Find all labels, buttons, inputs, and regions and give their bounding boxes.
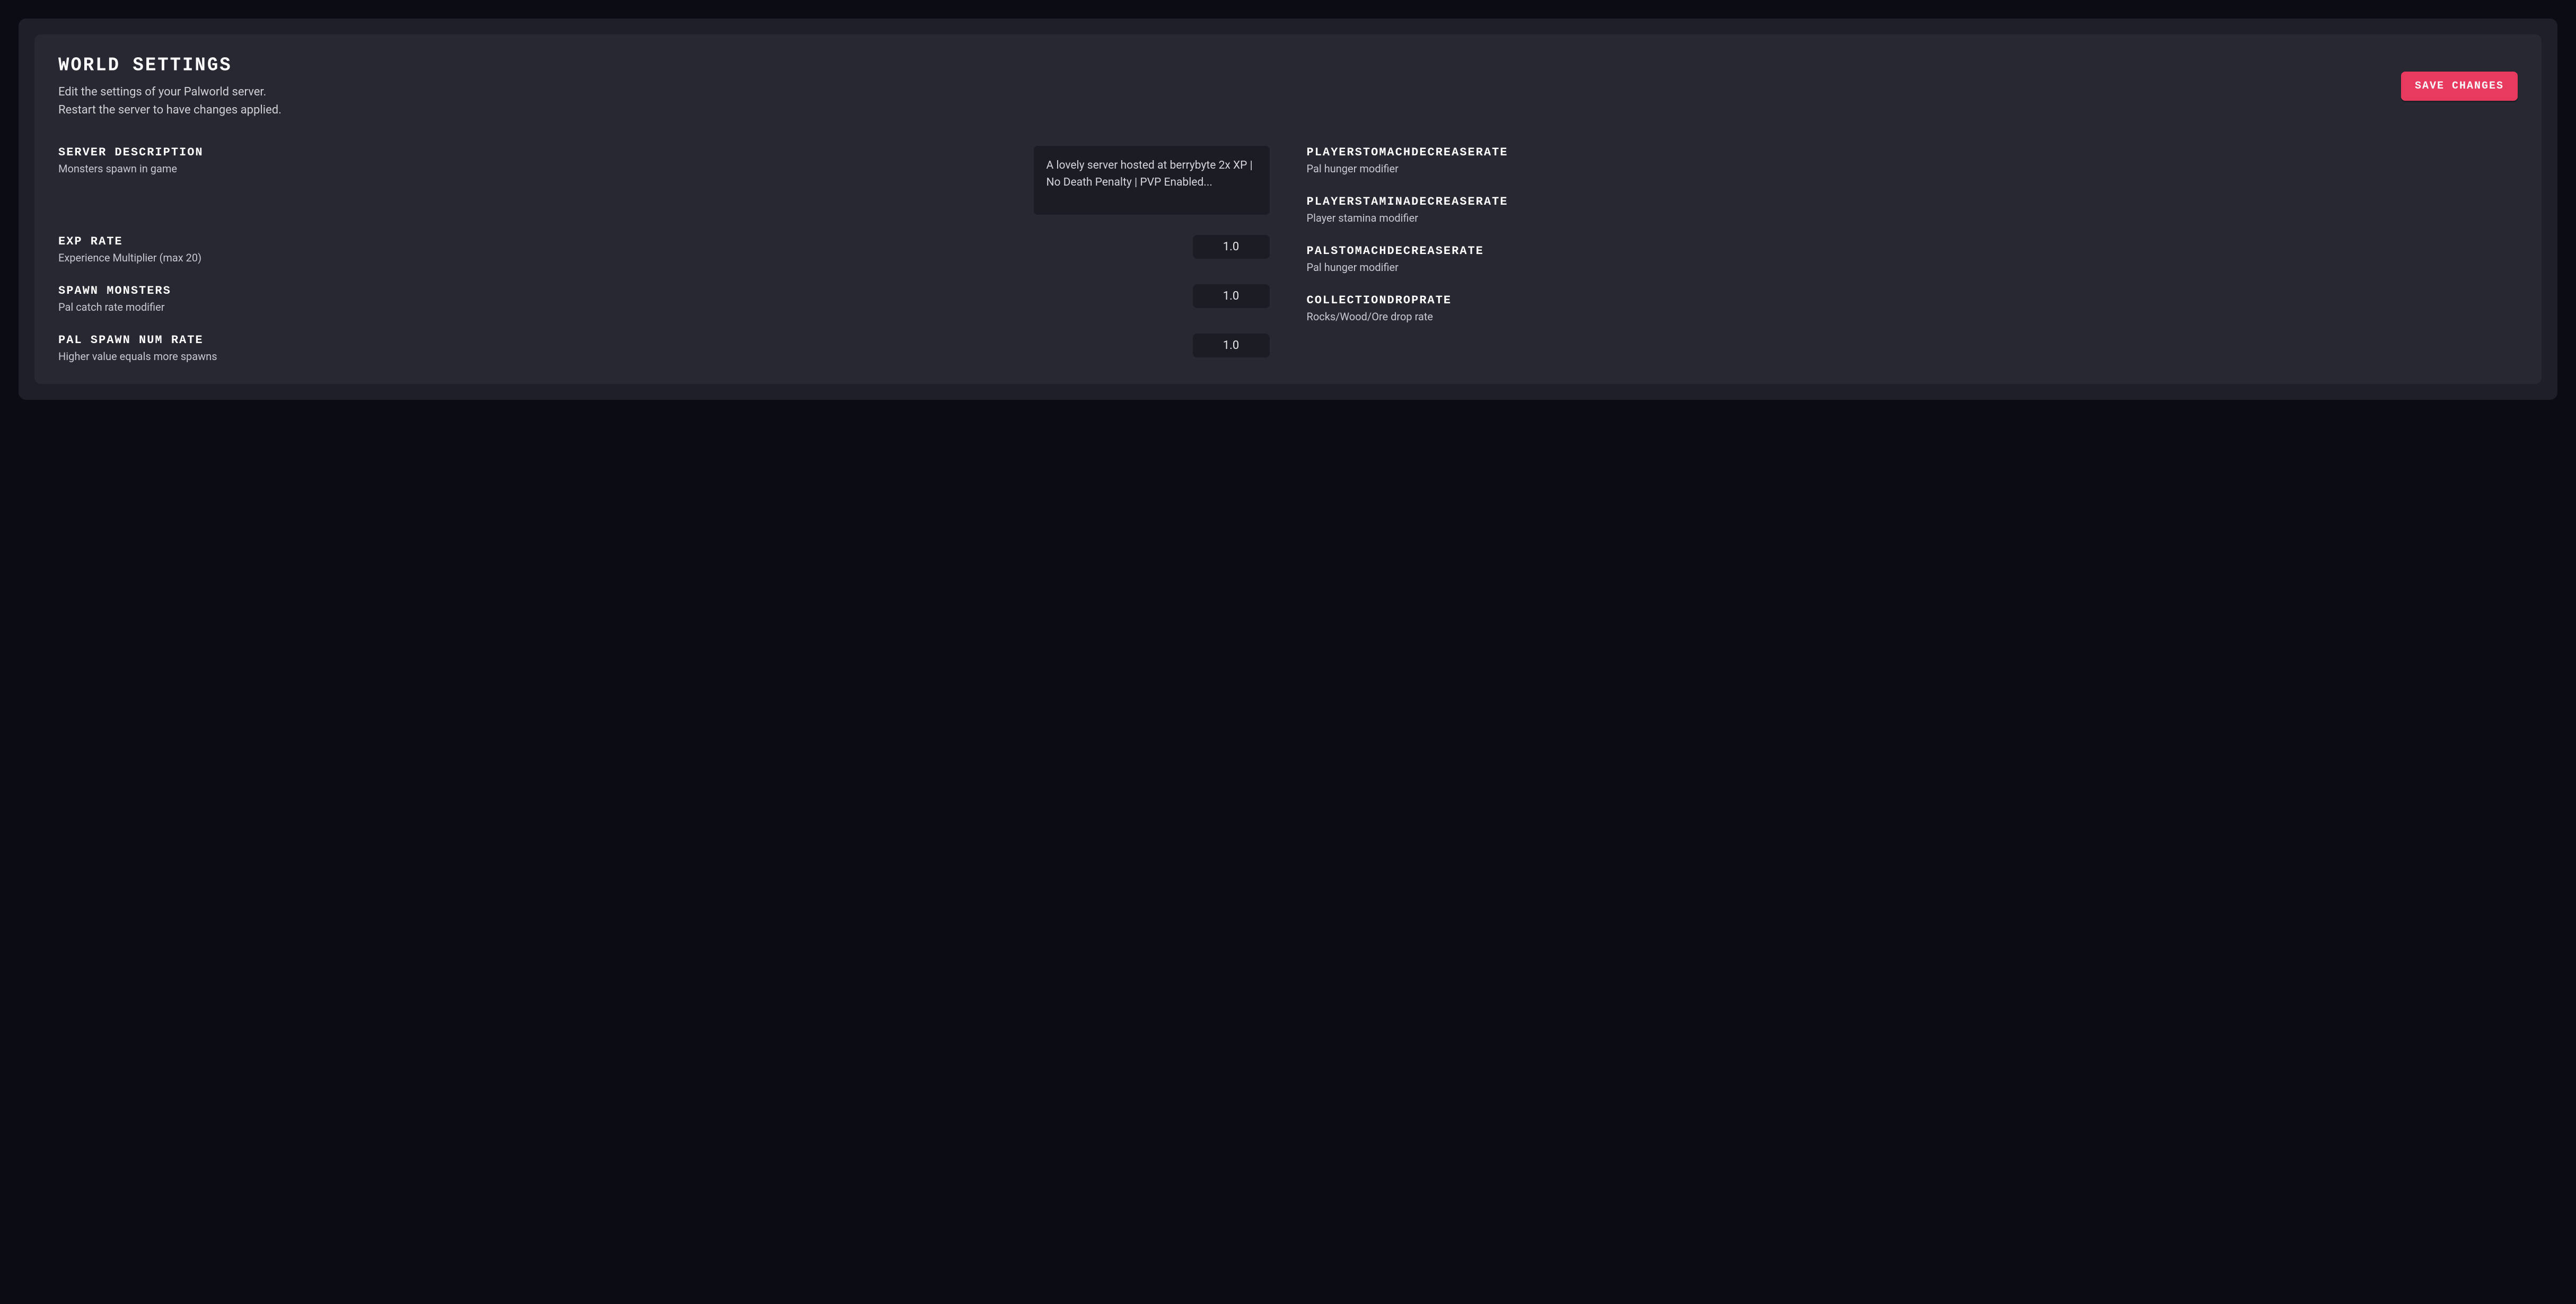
- setting-pal-stomach-decrease-rate: PALSTOMACHDECREASERATE Pal hunger modifi…: [1307, 244, 2518, 274]
- setting-name: SERVER DESCRIPTION: [58, 146, 1018, 159]
- setting-desc: Pal hunger modifier: [1307, 162, 2518, 175]
- page-subtitle: Edit the settings of your Palworld serve…: [58, 83, 2401, 119]
- setting-label-block: PLAYERSTAMINADECREASERATE Player stamina…: [1307, 195, 2518, 224]
- inner-panel: WORLD SETTINGS Edit the settings of your…: [34, 34, 2542, 384]
- setting-desc: Higher value equals more spawns: [58, 350, 1177, 363]
- setting-label-block: PAL SPAWN NUM RATE Higher value equals m…: [58, 334, 1177, 363]
- settings-grid: SERVER DESCRIPTION Monsters spawn in gam…: [58, 146, 2518, 363]
- outer-panel: WORLD SETTINGS Edit the settings of your…: [19, 19, 2557, 400]
- exp-rate-input[interactable]: [1193, 235, 1270, 259]
- setting-label-block: PLAYERSTOMACHDECREASERATE Pal hunger mod…: [1307, 146, 2518, 175]
- setting-label-block: SERVER DESCRIPTION Monsters spawn in gam…: [58, 146, 1018, 175]
- setting-label-block: SPAWN MONSTERS Pal catch rate modifier: [58, 284, 1177, 313]
- setting-desc: Pal hunger modifier: [1307, 261, 2518, 274]
- setting-name: EXP RATE: [58, 235, 1177, 248]
- save-changes-button[interactable]: SAVE CHANGES: [2401, 72, 2518, 101]
- setting-collection-drop-rate: COLLECTIONDROPRATE Rocks/Wood/Ore drop r…: [1307, 294, 2518, 323]
- setting-desc: Experience Multiplier (max 20): [58, 251, 1177, 264]
- setting-name: PLAYERSTOMACHDECREASERATE: [1307, 146, 2518, 159]
- setting-name: PLAYERSTAMINADECREASERATE: [1307, 195, 2518, 208]
- left-column: SERVER DESCRIPTION Monsters spawn in gam…: [58, 146, 1270, 363]
- setting-desc: Rocks/Wood/Ore drop rate: [1307, 310, 2518, 323]
- setting-pal-spawn-num-rate: PAL SPAWN NUM RATE Higher value equals m…: [58, 334, 1270, 363]
- setting-player-stomach-decrease-rate: PLAYERSTOMACHDECREASERATE Pal hunger mod…: [1307, 146, 2518, 175]
- right-column: PLAYERSTOMACHDECREASERATE Pal hunger mod…: [1307, 146, 2518, 363]
- setting-spawn-monsters: SPAWN MONSTERS Pal catch rate modifier: [58, 284, 1270, 313]
- setting-name: SPAWN MONSTERS: [58, 284, 1177, 297]
- header-row: WORLD SETTINGS Edit the settings of your…: [58, 56, 2518, 119]
- setting-label-block: EXP RATE Experience Multiplier (max 20): [58, 235, 1177, 264]
- title-block: WORLD SETTINGS Edit the settings of your…: [58, 56, 2401, 119]
- subtitle-line-1: Edit the settings of your Palworld serve…: [58, 85, 266, 99]
- setting-name: PAL SPAWN NUM RATE: [58, 334, 1177, 347]
- setting-name: PALSTOMACHDECREASERATE: [1307, 244, 2518, 258]
- page-title: WORLD SETTINGS: [58, 55, 2401, 76]
- setting-label-block: PALSTOMACHDECREASERATE Pal hunger modifi…: [1307, 244, 2518, 274]
- setting-label-block: COLLECTIONDROPRATE Rocks/Wood/Ore drop r…: [1307, 294, 2518, 323]
- setting-desc: Player stamina modifier: [1307, 212, 2518, 224]
- pal-spawn-num-rate-input[interactable]: [1193, 334, 1270, 357]
- setting-name: COLLECTIONDROPRATE: [1307, 294, 2518, 307]
- setting-desc: Pal catch rate modifier: [58, 301, 1177, 313]
- spawn-monsters-input[interactable]: [1193, 284, 1270, 308]
- setting-exp-rate: EXP RATE Experience Multiplier (max 20): [58, 235, 1270, 264]
- setting-desc: Monsters spawn in game: [58, 162, 1018, 175]
- setting-server-description: SERVER DESCRIPTION Monsters spawn in gam…: [58, 146, 1270, 215]
- setting-player-stamina-decrease-rate: PLAYERSTAMINADECREASERATE Player stamina…: [1307, 195, 2518, 224]
- subtitle-line-2: Restart the server to have changes appli…: [58, 103, 282, 117]
- server-description-input[interactable]: [1034, 146, 1270, 215]
